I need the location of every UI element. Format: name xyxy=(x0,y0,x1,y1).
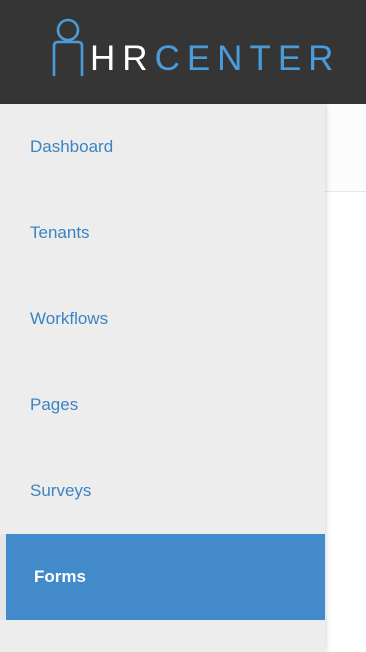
sidebar-item-label: Pages xyxy=(30,395,79,414)
logo-text-hr: HR xyxy=(90,39,155,78)
sidebar-item-label: Tenants xyxy=(30,223,90,242)
hr-center-logo-text[interactable]: HRCENTER xyxy=(90,41,340,76)
logo-text-center: CENTER xyxy=(154,39,341,78)
sidebar-item-tenants[interactable]: Tenants xyxy=(6,190,325,276)
sidebar-nav: Dashboard Tenants Workflows Pages Survey… xyxy=(0,104,325,652)
sidebar-item-label: Surveys xyxy=(30,481,92,500)
sidebar-item-label: Workflows xyxy=(30,309,109,328)
content-header-area xyxy=(325,104,366,192)
sidebar-item-dashboard[interactable]: Dashboard xyxy=(6,104,325,190)
sidebar-item-label: Dashboard xyxy=(30,137,114,156)
sidebar-item-pages[interactable]: Pages xyxy=(6,362,325,448)
sidebar-item-forms[interactable]: Forms xyxy=(6,534,325,620)
sidebar-item-workflows[interactable]: Workflows xyxy=(6,276,325,362)
hr-center-logo-icon xyxy=(52,18,84,77)
sidebar-item-label: Forms xyxy=(34,567,86,586)
top-header-bar: HRCENTER xyxy=(0,0,366,104)
sidebar-item-surveys[interactable]: Surveys xyxy=(6,448,325,534)
